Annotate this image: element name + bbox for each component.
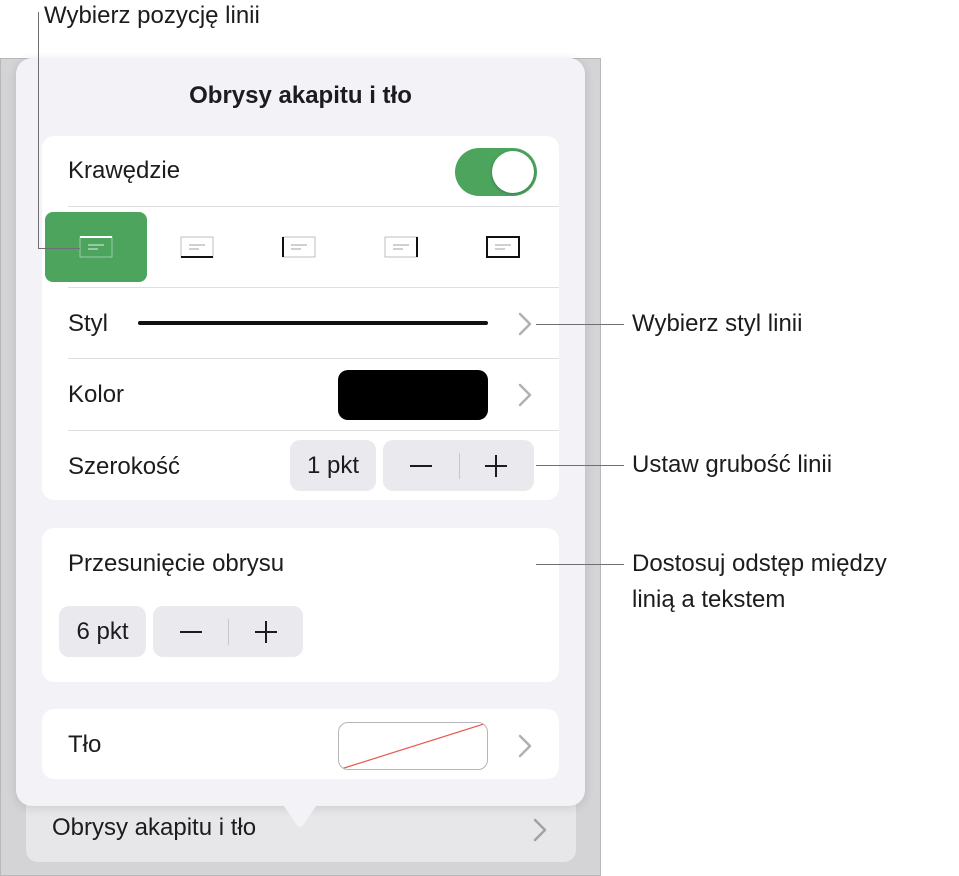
separator <box>68 287 559 288</box>
color-label: Kolor <box>68 381 125 408</box>
plus-icon <box>254 620 277 643</box>
chevron-right-icon[interactable] <box>517 734 533 758</box>
offset-stepper <box>153 606 303 657</box>
callout-width: Ustaw grubość linii <box>632 451 833 478</box>
width-decrease-button[interactable] <box>383 440 459 491</box>
underlying-row-label: Obrysy akapitu i tło <box>52 814 257 841</box>
minus-icon <box>409 464 432 467</box>
borders-label: Krawędzie <box>68 157 181 184</box>
width-stepper <box>383 440 534 491</box>
border-position-all-button[interactable] <box>452 212 554 282</box>
borders-toggle[interactable] <box>455 148 537 196</box>
callout-offset-line2: linią a tekstem <box>632 586 786 613</box>
style-label: Styl <box>68 310 109 337</box>
width-increase-button[interactable] <box>459 440 535 491</box>
separator <box>68 358 559 359</box>
border-left-icon <box>282 236 316 258</box>
border-position-right-button[interactable] <box>350 212 452 282</box>
callout-width-line <box>536 465 624 466</box>
toggle-knob <box>492 151 534 193</box>
border-all-icon <box>486 236 520 258</box>
background-swatch-none[interactable] <box>338 722 488 770</box>
chevron-right-icon[interactable] <box>517 383 533 407</box>
border-right-icon <box>384 236 418 258</box>
border-position-bottom-button[interactable] <box>146 212 248 282</box>
popover-title: Obrysy akapitu i tło <box>189 82 412 109</box>
callout-position: Wybierz pozycję linii <box>44 2 260 29</box>
callout-position-line <box>38 248 80 249</box>
separator <box>68 430 559 431</box>
callout-offset-line1: Dostosuj odstęp między <box>632 550 887 577</box>
popover-arrow <box>280 800 320 827</box>
separator <box>68 206 559 207</box>
width-label: Szerokość <box>68 453 181 480</box>
offset-decrease-button[interactable] <box>153 606 228 657</box>
background-label: Tło <box>68 731 102 758</box>
chevron-right-icon[interactable] <box>517 312 533 336</box>
offset-label: Przesunięcie obrysu <box>68 550 285 577</box>
callout-offset-line <box>536 564 624 565</box>
border-position-left-button[interactable] <box>248 212 350 282</box>
callout-style-line <box>536 324 624 325</box>
border-top-icon <box>79 236 113 258</box>
offset-value[interactable]: 6 pkt <box>59 606 146 657</box>
minus-icon <box>179 630 202 633</box>
border-position-top-button[interactable] <box>45 212 147 282</box>
plus-icon <box>485 454 508 477</box>
chevron-right-icon <box>533 818 547 842</box>
color-swatch[interactable] <box>338 370 488 420</box>
border-bottom-icon <box>180 236 214 258</box>
width-value[interactable]: 1 pkt <box>290 440 376 491</box>
callout-position-line <box>38 12 39 248</box>
no-fill-slash-icon <box>340 723 487 769</box>
offset-increase-button[interactable] <box>228 606 303 657</box>
callout-style: Wybierz styl linii <box>632 310 803 337</box>
line-style-preview[interactable] <box>138 321 488 325</box>
